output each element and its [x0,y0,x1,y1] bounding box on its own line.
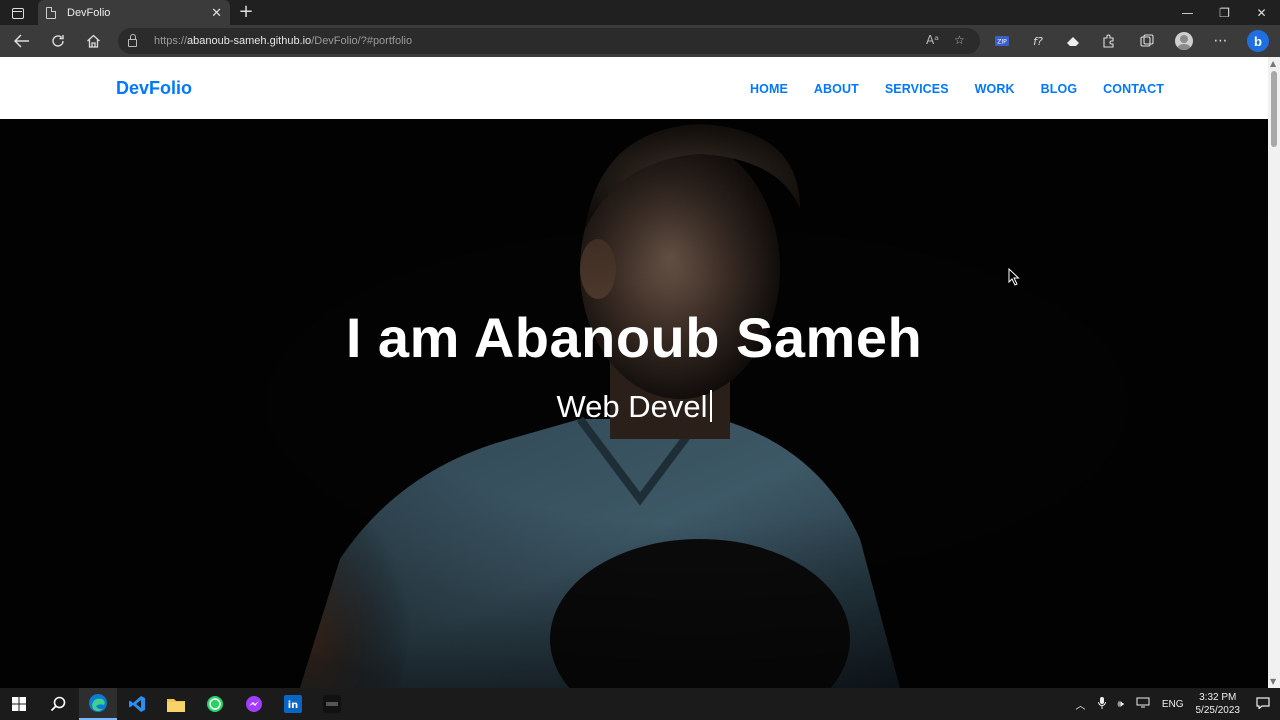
nav-contact-link[interactable]: CONTACT [1103,82,1164,96]
tab-close-icon[interactable]: ✕ [211,5,222,21]
hero-subtitle: Web Devel [0,389,1268,425]
read-aloud-icon[interactable]: Aᵃ [926,33,939,47]
notifications-icon[interactable] [1256,696,1270,712]
tab-actions-icon[interactable] [8,4,28,22]
clock[interactable]: 3:32 PM 5/25/2023 [1196,691,1241,717]
nav-services-link[interactable]: SERVICES [885,82,949,96]
microphone-icon[interactable] [1097,696,1106,712]
typed-text: Web Devel [556,389,708,424]
svg-text:ZIP: ZIP [997,39,1007,46]
page-scrollbar[interactable]: ▲ ▼ [1268,57,1280,688]
back-icon[interactable] [10,30,34,52]
nav-about-link[interactable]: ABOUT [814,82,859,96]
search-icon[interactable] [39,688,77,720]
browser-tab[interactable]: DevFolio ✕ [38,0,230,25]
vscode-icon[interactable] [118,688,156,720]
minimize-button[interactable]: — [1169,0,1206,25]
svg-text:in: in [288,700,299,711]
page-viewport: DevFolio HOME ABOUT SERVICES WORK BLOG C… [0,57,1268,688]
restore-button[interactable]: ❐ [1206,0,1243,25]
browser-tab-bar: DevFolio ✕ + — ❐ ✕ [0,0,1280,25]
nav-blog-link[interactable]: BLOG [1041,82,1078,96]
bing-chat-icon[interactable]: b [1247,30,1269,52]
window-controls: — ❐ ✕ [1169,0,1280,25]
url-text: https://abanoub-sameh.github.io/DevFolio… [154,35,413,47]
typing-caret [709,390,712,422]
clock-time: 3:32 PM [1199,692,1237,703]
profile-avatar-icon[interactable] [1175,32,1193,50]
scroll-up-icon[interactable]: ▲ [1270,59,1276,68]
edge-browser-icon[interactable] [79,688,117,720]
scrollbar-thumb[interactable] [1271,71,1277,147]
scroll-down-icon[interactable]: ▼ [1270,677,1276,686]
extension-font-icon[interactable]: f? [1029,33,1047,49]
close-window-button[interactable]: ✕ [1243,0,1280,25]
refresh-icon[interactable] [46,30,70,52]
windows-taskbar: in ︿ 🕪 ENG 3:32 PM 5/25/2023 [0,688,1280,720]
hero-title: I am Abanoub Sameh [345,306,923,369]
whatsapp-icon[interactable] [196,688,234,720]
favorite-star-icon[interactable]: ☆ [954,33,965,47]
messenger-icon[interactable] [235,688,273,720]
nav-home-link[interactable]: HOME [750,82,788,96]
home-icon[interactable] [81,30,105,52]
tab-title: DevFolio [67,6,111,19]
new-tab-button[interactable]: + [236,2,256,22]
address-bar[interactable]: https://abanoub-sameh.github.io/DevFolio… [118,28,980,54]
collections-icon[interactable] [1138,33,1156,49]
network-icon[interactable] [1136,697,1150,711]
page-icon [46,6,56,19]
clock-date: 5/25/2023 [1195,705,1241,716]
file-explorer-icon[interactable] [157,688,195,720]
mouse-cursor-icon [1008,268,1020,286]
site-brand-logo[interactable]: DevFolio [116,78,192,99]
browser-toolbar: https://abanoub-sameh.github.io/DevFolio… [0,25,1280,57]
more-menu-icon[interactable]: ⋯ [1212,33,1230,49]
linkedin-icon[interactable]: in [274,688,312,720]
site-navbar: DevFolio HOME ABOUT SERVICES WORK BLOG C… [0,57,1268,119]
nav-work-link[interactable]: WORK [975,82,1015,96]
site-menu: HOME ABOUT SERVICES WORK BLOG CONTACT [750,82,1164,96]
start-windows-icon[interactable] [0,688,38,720]
system-tray: ︿ 🕪 ENG 3:32 PM 5/25/2023 [1070,688,1280,720]
extension-zip-icon[interactable]: ZIP [993,33,1011,49]
lock-icon[interactable] [128,33,137,47]
extension-eraser-icon[interactable] [1064,33,1082,49]
language-indicator[interactable]: ENG [1162,699,1184,710]
show-hidden-icons-icon[interactable]: ︿ [1076,697,1086,712]
hero-section: I am Abanoub Sameh Web Devel [0,119,1268,688]
app-icon[interactable] [313,688,351,720]
volume-icon[interactable]: 🕪 [1118,699,1124,710]
extensions-puzzle-icon[interactable] [1099,33,1117,49]
